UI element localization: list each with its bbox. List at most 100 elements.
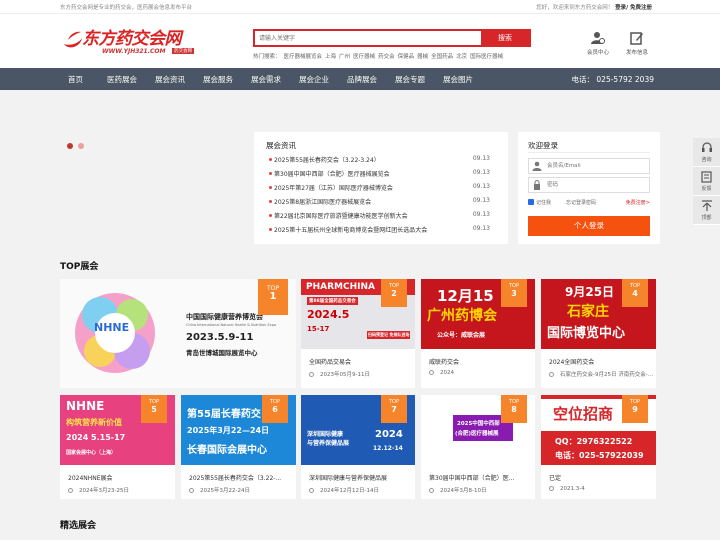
bullet-icon — [269, 158, 272, 161]
search-input[interactable] — [259, 33, 481, 43]
news-panel: 展会资讯 2025第55届长春药交会（3.22-3.24） 09.13 第30届中… — [254, 132, 508, 244]
hot-word[interactable]: 北京 — [456, 54, 467, 60]
card-title: 第30届中国中西部（合肥）医... — [429, 475, 515, 482]
username-input[interactable] — [547, 162, 647, 170]
exhibition-card[interactable]: 深圳国际健康 与营养保健品展 2024 12.12-14 TOP 7 深圳国际健康… — [301, 395, 415, 499]
main-nav: 首页 医药展会 展会资讯 展会服务 展会需求 展会企业 品牌展会 展会专题 展会… — [0, 68, 720, 90]
exhibition-card[interactable]: 空位招商 QQ：2976322522 电话：025-57922039 TOP 9 … — [541, 395, 656, 499]
card-title: 已定 — [549, 475, 562, 482]
card-date: 2024年3月8-10日 — [429, 486, 486, 494]
slider-dot[interactable] — [67, 143, 73, 149]
bullet-icon — [269, 200, 272, 203]
news-item[interactable]: 2025年第27届（江苏）国际医疗器械博览会 09.13 — [266, 182, 498, 194]
logo-name: 东方药交会网 — [82, 29, 182, 49]
logo-tag: 药交会网 — [172, 48, 194, 54]
hot-word[interactable]: 医疗器械展览会 — [284, 54, 323, 60]
top-badge: TOP 4 — [622, 279, 648, 307]
login-options: 记住我 忘记登录密码 免费注册> — [528, 199, 650, 207]
news-item[interactable]: 2025第十五届杭州全球新电商博览会暨网红团长选品大会 09.13 — [266, 224, 498, 236]
user-icon — [591, 32, 605, 44]
hot-word[interactable]: 国际医疗器械 — [470, 54, 503, 60]
top-badge: TOP 7 — [381, 395, 407, 423]
divider — [528, 152, 650, 153]
card-date: 2021.3-4 — [549, 486, 585, 492]
remember-label: 记住我 — [536, 200, 552, 206]
top-bar: 东方药交会网是专业的药交会，医药展会信息发布平台 您好，欢迎来到东方药交会网！ … — [0, 0, 720, 14]
hot-word[interactable]: 保健品 — [398, 54, 415, 60]
hot-word[interactable]: 全国药品 — [431, 54, 453, 60]
clock-icon — [189, 488, 194, 493]
news-item[interactable]: 2025第8届浙江国际医疗器械展览会 09.13 — [266, 196, 498, 208]
bullet-icon — [269, 172, 272, 175]
nav-item-companies[interactable]: 展会企业 — [299, 74, 329, 85]
site-logo[interactable]: 东方药交会网 WWW.YJH321.COM 药交会网 — [62, 24, 222, 58]
login-register-link[interactable]: 登录/ 免费注册 — [615, 5, 652, 11]
top-bar-right: 您好，欢迎来到东方药交会网！ 登录/ 免费注册 — [536, 3, 652, 11]
side-back-to-top[interactable]: 顶部 — [693, 196, 720, 225]
exhibition-card[interactable]: 2025中国中西部 (合肥)医疗器械展 TOP 8 第30届中国中西部（合肥）医.… — [421, 395, 535, 499]
username-field-box — [528, 158, 650, 174]
news-item[interactable]: 第22届北京国际医疗旅游暨健康功能医学创新大会 09.13 — [266, 210, 498, 222]
bullet-icon — [269, 214, 272, 217]
hot-word[interactable]: 上海 — [325, 54, 336, 60]
password-input[interactable] — [547, 181, 647, 189]
side-consult[interactable]: 咨询 — [693, 138, 720, 167]
edit-icon — [630, 32, 643, 45]
card-title: 威联药交会 — [429, 359, 460, 366]
arrow-up-icon — [701, 200, 712, 211]
phone-number: 电话： 025-5792 2039 — [571, 75, 654, 84]
exhibition-card[interactable]: NHNE 构筑营养新价值 2024 5.15-17 国家会展中心（上海） TOP… — [60, 395, 175, 499]
nav-item-services[interactable]: 展会服务 — [203, 74, 233, 85]
logo-url: WWW.YJH321.COM — [102, 48, 166, 55]
hot-word[interactable]: 器械 — [417, 54, 428, 60]
exhibition-card[interactable]: PHARMCHINA 第88届全国药品交易会 2024.5 15-17 扫码预登… — [301, 279, 415, 388]
hot-search-label: 热门搜索： — [253, 54, 281, 60]
side-feedback[interactable]: 反馈 — [693, 167, 720, 196]
clock-icon — [429, 488, 434, 493]
publish-info-link[interactable]: 发布信息 — [622, 31, 652, 56]
news-item[interactable]: 2025第55届长春药交会（3.22-3.24） 09.13 — [266, 154, 498, 166]
site-slogan: 东方药交会网是专业的药交会，医药展会信息发布平台 — [60, 5, 193, 11]
slider-dot[interactable] — [78, 143, 84, 149]
nav-item-home[interactable]: 首页 — [68, 74, 83, 85]
search-button[interactable]: 搜索 — [481, 31, 529, 45]
bullet-icon — [269, 186, 272, 189]
exhibition-card[interactable]: 第55届长春药交 2025年3月22—24日 长春国际会展中心 TOP 6 202… — [181, 395, 296, 499]
login-title: 欢迎登录 — [528, 141, 558, 150]
nav-item-exhibitions[interactable]: 医药展会 — [107, 74, 137, 85]
clock-icon — [549, 372, 554, 377]
nav-item-images[interactable]: 展会图片 — [443, 74, 473, 85]
login-button[interactable]: 个人登录 — [528, 216, 650, 236]
member-center-label: 会员中心 — [586, 50, 609, 56]
top-badge: TOP 9 — [622, 395, 648, 423]
hot-word[interactable]: 药交会 — [378, 54, 395, 60]
card-date: 石家庄药交会-9月25日 济南药交会-... — [549, 370, 653, 378]
card-title: 2024全国药交会 — [549, 359, 595, 366]
welcome-text: 您好，欢迎来到东方药交会网！ — [536, 5, 614, 11]
top-badge: TOP 5 — [141, 395, 167, 423]
remember-checkbox[interactable] — [528, 199, 534, 205]
news-item[interactable]: 第30届中国中西部（合肥）医疗器械展览会 09.13 — [266, 168, 498, 180]
nav-item-demands[interactable]: 展会需求 — [251, 74, 281, 85]
card-title: 深圳国际健康与营养保健品展 — [309, 475, 388, 482]
user-icon — [532, 161, 542, 171]
nav-item-news[interactable]: 展会资讯 — [155, 74, 185, 85]
clock-icon — [309, 488, 314, 493]
register-link[interactable]: 免费注册> — [626, 199, 650, 206]
exhibition-card[interactable]: 9月25日 石家庄 国际博览中心 TOP 4 2024全国药交会 石家庄药交会-9… — [541, 279, 656, 388]
nav-item-topics[interactable]: 展会专题 — [395, 74, 425, 85]
clock-icon — [68, 488, 73, 493]
hot-word[interactable]: 广州 — [339, 54, 350, 60]
hot-word[interactable]: 医疗器械 — [353, 54, 375, 60]
clock-icon — [309, 372, 314, 377]
bullet-icon — [269, 228, 272, 231]
card-date: 2023年05月9-11日 — [309, 370, 370, 378]
clock-icon — [549, 486, 554, 491]
exhibition-card[interactable]: 12月15 广州药博会 公众号：威联会展 TOP 3 威联药交会 2024 — [421, 279, 535, 388]
exhibition-card[interactable]: NHNE 中国国际健康营养博览会 China International Nat… — [60, 279, 296, 388]
member-center-link[interactable]: 会员中心 — [583, 31, 613, 56]
top-badge: TOP 2 — [381, 279, 407, 307]
nav-item-brands[interactable]: 品牌展会 — [347, 74, 377, 85]
publish-info-label: 发布信息 — [625, 50, 648, 56]
forgot-password-link[interactable]: 忘记登录密码 — [566, 199, 596, 206]
